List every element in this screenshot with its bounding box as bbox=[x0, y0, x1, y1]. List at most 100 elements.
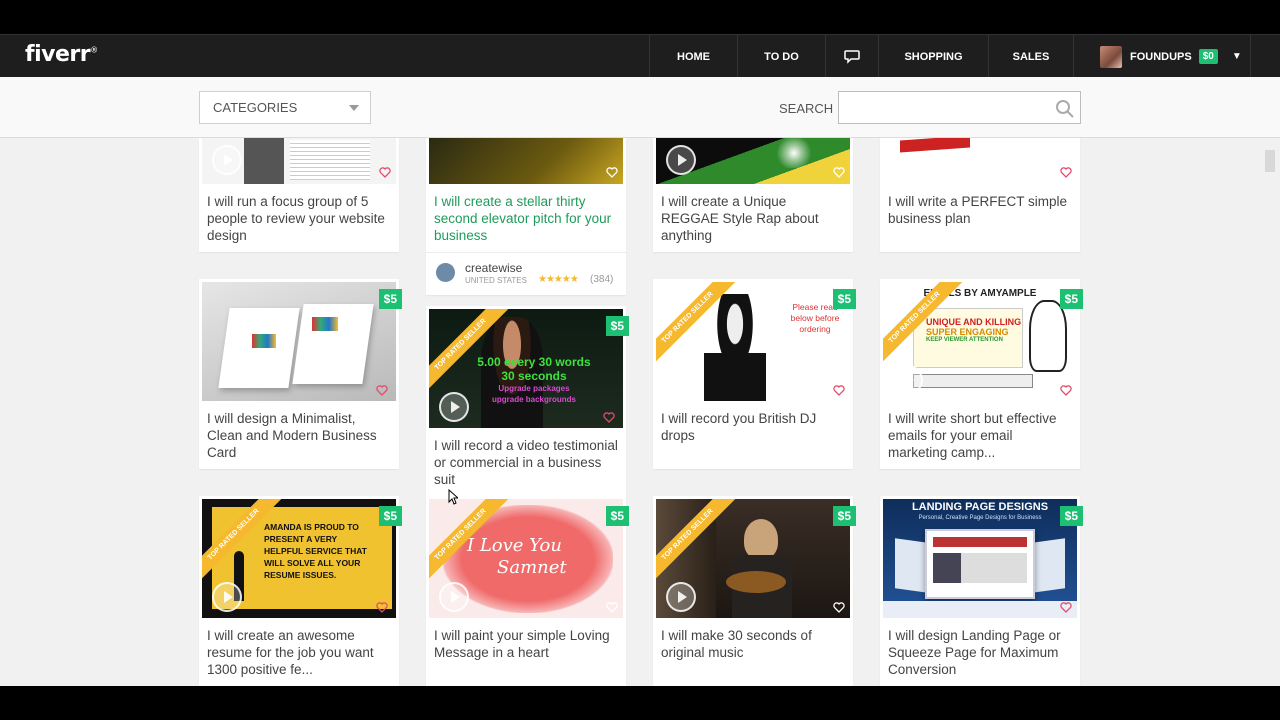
gig-grid bbox=[0, 138, 1280, 686]
play-icon bbox=[666, 145, 696, 175]
gig-thumbnail bbox=[202, 138, 396, 184]
overlay-text: Samnet bbox=[497, 557, 567, 578]
gig-thumbnail bbox=[656, 138, 850, 184]
gig-thumbnail bbox=[429, 138, 623, 184]
heart-icon[interactable] bbox=[376, 602, 388, 613]
overlay-text: HELPFUL SERVICE THAT bbox=[264, 546, 367, 556]
gig-thumbnail bbox=[883, 138, 1077, 184]
gig-thumbnail: 5.00 every 30 words 30 seconds Upgrade p… bbox=[429, 309, 623, 428]
overlay-text: WILL SOLVE ALL YOUR bbox=[264, 558, 361, 568]
play-icon bbox=[666, 365, 696, 395]
categories-dropdown[interactable]: CATEGORIES bbox=[199, 91, 371, 124]
gig-card[interactable]: I will create a Unique REGGAE Style Rap … bbox=[653, 138, 853, 252]
gig-title[interactable]: I will create an awesome resume for the … bbox=[207, 627, 393, 678]
heart-icon[interactable] bbox=[606, 602, 618, 613]
gig-title[interactable]: I will record a video testimonial or com… bbox=[434, 437, 620, 488]
gig-title[interactable]: I will design a Minimalist, Clean and Mo… bbox=[207, 410, 393, 461]
gig-title[interactable]: I will paint your simple Loving Message … bbox=[434, 627, 620, 661]
gig-title[interactable]: I will run a focus group of 5 people to … bbox=[207, 193, 393, 244]
gig-title[interactable]: I will create a stellar thirty second el… bbox=[434, 193, 620, 244]
username: FOUNDUPS bbox=[1130, 50, 1192, 63]
gig-thumbnail: TOP RATED SELLER bbox=[656, 499, 850, 618]
heart-icon[interactable] bbox=[833, 167, 845, 178]
seller-country: UNITED STATES bbox=[465, 276, 527, 285]
heart-icon[interactable] bbox=[1060, 167, 1072, 178]
gig-card[interactable]: I Love You Samnet TOP RATED SELLER $5 I … bbox=[426, 496, 629, 686]
overlay-text: Personal, Creative Page Designs for Busi… bbox=[918, 515, 1042, 521]
overlay-text: Upgrade packages bbox=[498, 384, 570, 393]
gig-title[interactable]: I will design Landing Page or Squeeze Pa… bbox=[888, 627, 1074, 678]
gig-card[interactable]: EMAILS BY AMYAMPLE UNIQUE AND KILLING SU… bbox=[880, 279, 1083, 469]
balance-badge: $0 bbox=[1198, 49, 1218, 64]
nav-messages[interactable] bbox=[825, 35, 878, 78]
heart-icon[interactable] bbox=[1060, 385, 1072, 396]
heart-icon[interactable] bbox=[1060, 602, 1072, 613]
nav-todo[interactable]: TO DO bbox=[737, 35, 825, 78]
gig-card[interactable]: AMANDA IS PROUD TO PRESENT A VERY HELPFU… bbox=[199, 496, 402, 686]
gig-thumbnail: AMANDA IS PROUD TO PRESENT A VERY HELPFU… bbox=[202, 499, 396, 618]
price-badge: $5 bbox=[1059, 506, 1083, 526]
gig-card[interactable]: Please read below before ordering TOP RA… bbox=[653, 279, 856, 469]
overlay-text: 30 seconds bbox=[501, 369, 567, 383]
play-icon bbox=[439, 392, 469, 422]
price-badge: $5 bbox=[832, 506, 856, 526]
overlay-text: below before bbox=[790, 313, 840, 323]
heart-icon[interactable] bbox=[379, 167, 391, 178]
search-icon[interactable] bbox=[1055, 99, 1075, 119]
gig-title[interactable]: I will create a Unique REGGAE Style Rap … bbox=[661, 193, 847, 244]
top-navigation-bar: fiverr® HOME TO DO SHOPPING SALES FOUNDU… bbox=[0, 34, 1280, 78]
overlay-text: PRESENT A VERY bbox=[264, 534, 338, 544]
heart-icon[interactable] bbox=[603, 412, 615, 423]
price-badge: $5 bbox=[1059, 289, 1083, 309]
gig-card[interactable]: I will run a focus group of 5 people to … bbox=[199, 138, 399, 252]
overlay-text: ordering bbox=[799, 324, 831, 334]
gig-card[interactable]: $5 I will design a Minimalist, Clean and… bbox=[199, 279, 402, 469]
gig-card[interactable]: I will write a PERFECT simple business p… bbox=[880, 138, 1080, 252]
price-badge: $5 bbox=[832, 289, 856, 309]
heart-icon[interactable] bbox=[833, 602, 845, 613]
gig-thumbnail: I Love You Samnet TOP RATED SELLER bbox=[429, 499, 623, 618]
categories-label: CATEGORIES bbox=[213, 100, 298, 115]
heart-icon[interactable] bbox=[376, 385, 388, 396]
avatar bbox=[1100, 45, 1122, 68]
scrollbar-track[interactable] bbox=[1262, 138, 1280, 686]
gig-thumbnail: LANDING PAGE DESIGNS Personal, Creative … bbox=[883, 499, 1077, 618]
gig-thumbnail bbox=[202, 282, 396, 401]
account-menu[interactable]: FOUNDUPS $0 ▼ bbox=[1073, 35, 1251, 78]
rating-stars: ★★★★★ bbox=[538, 274, 579, 285]
gig-card[interactable]: LANDING PAGE DESIGNS Personal, Creative … bbox=[880, 496, 1083, 686]
mouse-cursor-icon bbox=[448, 489, 458, 505]
gig-title[interactable]: I will record you British DJ drops bbox=[661, 410, 847, 444]
gig-title[interactable]: I will write short but effective emails … bbox=[888, 410, 1074, 461]
search-toolbar: CATEGORIES SEARCH bbox=[0, 77, 1280, 138]
scrollbar-thumb[interactable] bbox=[1265, 150, 1275, 172]
play-icon bbox=[893, 365, 923, 395]
nav-home[interactable]: HOME bbox=[649, 35, 737, 78]
gig-card[interactable]: TOP RATED SELLER $5 I will make 30 secon… bbox=[653, 496, 856, 686]
gig-card[interactable]: 5.00 every 30 words 30 seconds Upgrade p… bbox=[426, 306, 629, 496]
seller-name[interactable]: createwise bbox=[465, 261, 522, 275]
overlay-text: LANDING PAGE DESIGNS bbox=[911, 501, 1049, 513]
dropdown-arrow-icon bbox=[349, 105, 359, 111]
gig-card[interactable]: I will create a stellar thirty second el… bbox=[426, 138, 626, 295]
overlay-text: upgrade backgrounds bbox=[491, 395, 576, 404]
price-badge: $5 bbox=[605, 316, 629, 336]
price-badge: $5 bbox=[378, 506, 402, 526]
fiverr-logo[interactable]: fiverr® bbox=[25, 42, 98, 67]
gig-thumbnail: EMAILS BY AMYAMPLE UNIQUE AND KILLING SU… bbox=[883, 282, 1077, 401]
play-icon bbox=[212, 145, 242, 175]
triangle-down-icon: ▼ bbox=[1231, 51, 1242, 62]
gig-title[interactable]: I will write a PERFECT simple business p… bbox=[888, 193, 1074, 227]
gig-thumbnail: Please read below before ordering TOP RA… bbox=[656, 282, 850, 401]
search-input[interactable] bbox=[838, 91, 1081, 124]
overlay-text: I Love You bbox=[467, 535, 562, 556]
heart-icon[interactable] bbox=[833, 385, 845, 396]
video-letterbox-bottom bbox=[0, 686, 1280, 720]
overlay-text: RESUME ISSUES. bbox=[264, 570, 337, 580]
nav-shopping[interactable]: SHOPPING bbox=[878, 35, 988, 78]
nav-sales[interactable]: SALES bbox=[988, 35, 1073, 78]
seller-info[interactable]: createwise UNITED STATES ★★★★★ (384) bbox=[426, 252, 626, 292]
overlay-text: KEEP VIEWER ATTENTION bbox=[926, 337, 1003, 343]
gig-title[interactable]: I will make 30 seconds of original music bbox=[661, 627, 847, 661]
heart-icon[interactable] bbox=[606, 167, 618, 178]
